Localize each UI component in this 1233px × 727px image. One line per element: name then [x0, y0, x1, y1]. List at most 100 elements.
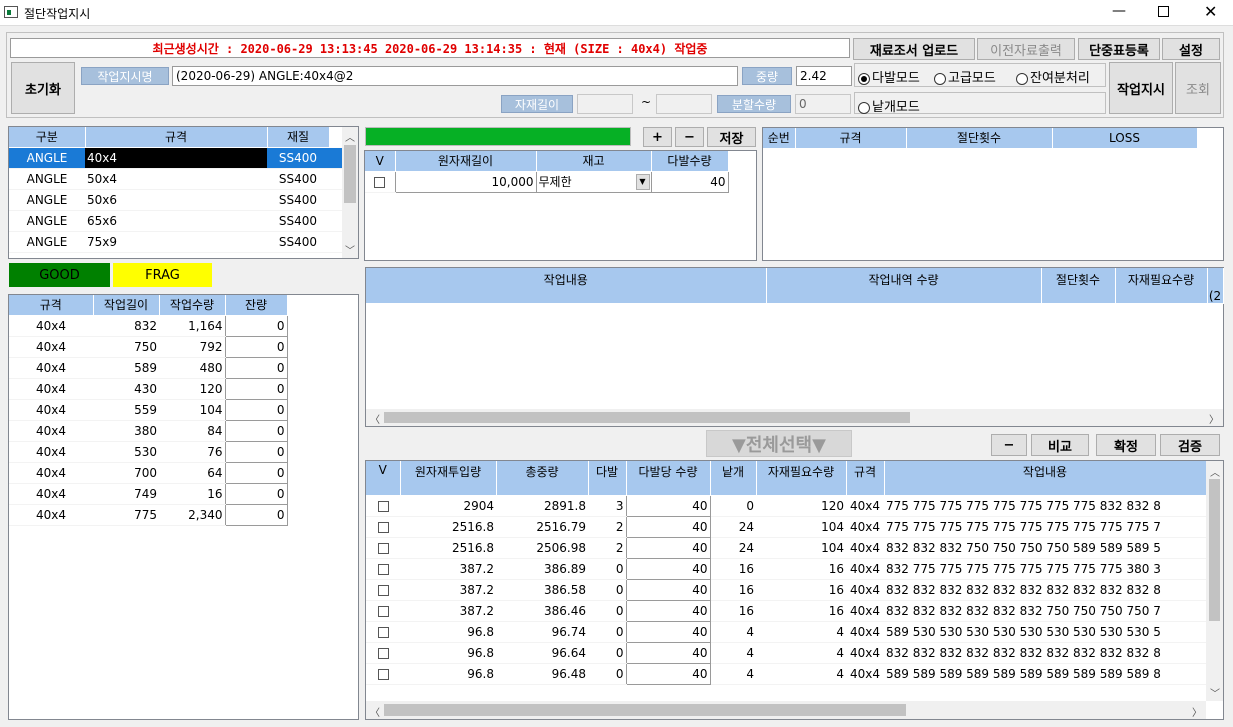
spec-col-spec[interactable]: 규격: [85, 127, 268, 148]
work-row[interactable]: 40x4 589 480 0: [9, 356, 288, 379]
add-row-button[interactable]: +: [643, 127, 672, 147]
result-cell-per-bundle[interactable]: 40: [625, 557, 711, 580]
result-col-input[interactable]: 원자재투입량: [400, 461, 497, 496]
content-col-more[interactable]: (2: [1207, 268, 1224, 304]
spec-cell-spec[interactable]: 65x6: [85, 210, 267, 232]
dropdown-arrow-icon[interactable]: ▼: [635, 173, 650, 190]
result-row[interactable]: 387.2 386.89 0 40 16 16 40x4 832 775 775 775 77…: [366, 557, 1206, 580]
material-length-to[interactable]: [656, 94, 712, 114]
maximize-icon[interactable]: [1158, 6, 1169, 17]
work-row[interactable]: 40x4 749 16 0: [9, 482, 288, 505]
result-row[interactable]: 96.8 96.64 0 40 4 4 40x4 832 832 832 832 832 83…: [366, 641, 1206, 664]
result-hscroll-thumb[interactable]: [384, 704, 906, 716]
result-row[interactable]: 387.2 386.46 0 40 16 16 40x4 832 832 832 832 83…: [366, 599, 1206, 622]
result-col-need[interactable]: 자재필요수량: [756, 461, 847, 496]
content-col-qty[interactable]: 작업내역 수량: [766, 268, 1042, 304]
result-cell-per-bundle[interactable]: 40: [625, 536, 711, 559]
hscroll-thumb[interactable]: [384, 412, 910, 423]
work-cell-remain[interactable]: 0: [224, 440, 288, 463]
result-col-spec[interactable]: 규격: [846, 461, 885, 496]
work-cell-remain[interactable]: 0: [224, 503, 288, 526]
prev-output-button[interactable]: 이전자료출력: [977, 38, 1075, 60]
result-vscroll[interactable]: ︿ ﹀: [1206, 461, 1223, 701]
result-col-single[interactable]: 낱개: [710, 461, 757, 496]
seq-col-loss[interactable]: LOSS: [1052, 128, 1198, 149]
result-cell-per-bundle[interactable]: 40: [625, 662, 711, 685]
scroll-left-icon[interactable]: 〈: [370, 704, 380, 719]
job-name-input[interactable]: (2020-06-29) ANGLE:40x4@2: [172, 66, 738, 86]
select-all-button[interactable]: ▼전체선택▼: [706, 430, 852, 457]
work-cell-remain[interactable]: 0: [224, 398, 288, 421]
work-cell-remain[interactable]: 0: [224, 314, 288, 337]
mode-single-radio[interactable]: [858, 101, 870, 114]
work-cell-remain[interactable]: 0: [224, 356, 288, 379]
result-row[interactable]: 96.8 96.48 0 40 4 4 40x4 589 589 589 589 589 58…: [366, 662, 1206, 685]
scroll-right-icon[interactable]: 〉: [1192, 704, 1202, 719]
raw-col-bundle[interactable]: 다발수량: [651, 151, 729, 172]
spec-cell-spec[interactable]: 50x4: [85, 168, 267, 190]
spec-cell-spec[interactable]: 40x4: [85, 147, 267, 169]
result-row-checkbox[interactable]: [366, 495, 400, 517]
scroll-thumb[interactable]: [344, 145, 356, 203]
unit-weight-button[interactable]: 단중표등록: [1078, 38, 1160, 60]
work-row[interactable]: 40x4 559 104 0: [9, 398, 288, 421]
result-col-per-bundle[interactable]: 다발당 수량: [626, 461, 711, 496]
result-cell-per-bundle[interactable]: 40: [625, 515, 711, 538]
remove-result-button[interactable]: −: [991, 434, 1027, 456]
reset-button[interactable]: 초기화: [11, 62, 75, 114]
work-col-remain[interactable]: 잔량: [225, 295, 288, 316]
content-col-need[interactable]: 자재필요수량: [1115, 268, 1208, 304]
stock-select[interactable]: 무제한 ▼: [535, 170, 652, 193]
minimize-icon[interactable]: —: [1112, 3, 1126, 19]
result-row-checkbox[interactable]: [366, 558, 400, 580]
spec-col-type[interactable]: 구분: [9, 127, 86, 148]
result-row[interactable]: 2516.8 2516.79 2 40 24 104 40x4 775 775 775 775…: [366, 515, 1206, 538]
scroll-up-icon[interactable]: ︿: [345, 129, 355, 144]
work-col-qty[interactable]: 작업수량: [159, 295, 226, 316]
result-row-checkbox[interactable]: [366, 663, 400, 685]
raw-length-cell[interactable]: 10,000: [394, 170, 537, 193]
material-length-from[interactable]: [577, 94, 633, 114]
spec-row[interactable]: ANGLE 75x9 SS400: [9, 231, 343, 253]
confirm-button[interactable]: 확정: [1096, 434, 1156, 456]
result-cell-per-bundle[interactable]: 40: [625, 641, 711, 664]
seq-col-cuts[interactable]: 절단횟수: [906, 128, 1053, 149]
compare-button[interactable]: 비교: [1031, 434, 1089, 456]
instruct-button[interactable]: 작업지시: [1109, 62, 1173, 114]
work-row[interactable]: 40x4 832 1,164 0: [9, 314, 288, 337]
raw-row-checkbox[interactable]: [365, 171, 395, 193]
spec-col-material[interactable]: 재질: [267, 127, 330, 148]
scroll-down-icon[interactable]: ﹀: [345, 242, 355, 257]
result-row[interactable]: 387.2 386.58 0 40 16 16 40x4 832 832 832 832 83…: [366, 578, 1206, 601]
work-cell-remain[interactable]: 0: [224, 377, 288, 400]
work-col-spec[interactable]: 규격: [9, 295, 94, 316]
work-row[interactable]: 40x4 430 120 0: [9, 377, 288, 400]
content-col-work[interactable]: 작업내용: [366, 268, 767, 304]
spec-cell-material[interactable]: SS400: [267, 210, 329, 232]
spec-row[interactable]: ANGLE 65x6 SS400: [9, 210, 343, 232]
scroll-down-icon[interactable]: ﹀: [1210, 685, 1220, 700]
spec-cell-spec[interactable]: 50x6: [85, 189, 267, 211]
raw-col-length[interactable]: 원자재길이: [395, 151, 537, 172]
close-icon[interactable]: ✕: [1204, 2, 1217, 21]
spec-row[interactable]: ANGLE 50x6 SS400: [9, 189, 343, 211]
result-row-checkbox[interactable]: [366, 642, 400, 664]
result-col-content[interactable]: 작업내용: [884, 461, 1207, 496]
save-button[interactable]: 저장: [707, 127, 756, 147]
raw-col-check[interactable]: V: [365, 151, 396, 172]
bundle-qty-cell[interactable]: 40: [650, 170, 729, 193]
result-vscroll-thumb[interactable]: [1209, 479, 1220, 621]
work-row[interactable]: 40x4 700 64 0: [9, 461, 288, 484]
weight-input[interactable]: 2.42: [796, 66, 852, 86]
result-cell-per-bundle[interactable]: 40: [625, 599, 711, 622]
result-row[interactable]: 2516.8 2506.98 2 40 24 104 40x4 832 832 832 750…: [366, 536, 1206, 559]
scroll-right-icon[interactable]: 〉: [1209, 411, 1219, 426]
result-row[interactable]: 2904 2891.8 3 40 0 120 40x4 775 775 775 775 775…: [366, 494, 1206, 517]
work-col-length[interactable]: 작업길이: [93, 295, 160, 316]
work-row[interactable]: 40x4 775 2,340 0: [9, 503, 288, 526]
result-row-checkbox[interactable]: [366, 537, 400, 559]
spec-table-scrollbar[interactable]: ︿ ﹀: [342, 127, 358, 258]
result-row[interactable]: 96.8 96.74 0 40 4 4 40x4 589 530 530 530 530 53…: [366, 620, 1206, 643]
result-hscroll[interactable]: 〈 〉: [366, 701, 1206, 719]
result-col-check[interactable]: V: [366, 461, 401, 496]
